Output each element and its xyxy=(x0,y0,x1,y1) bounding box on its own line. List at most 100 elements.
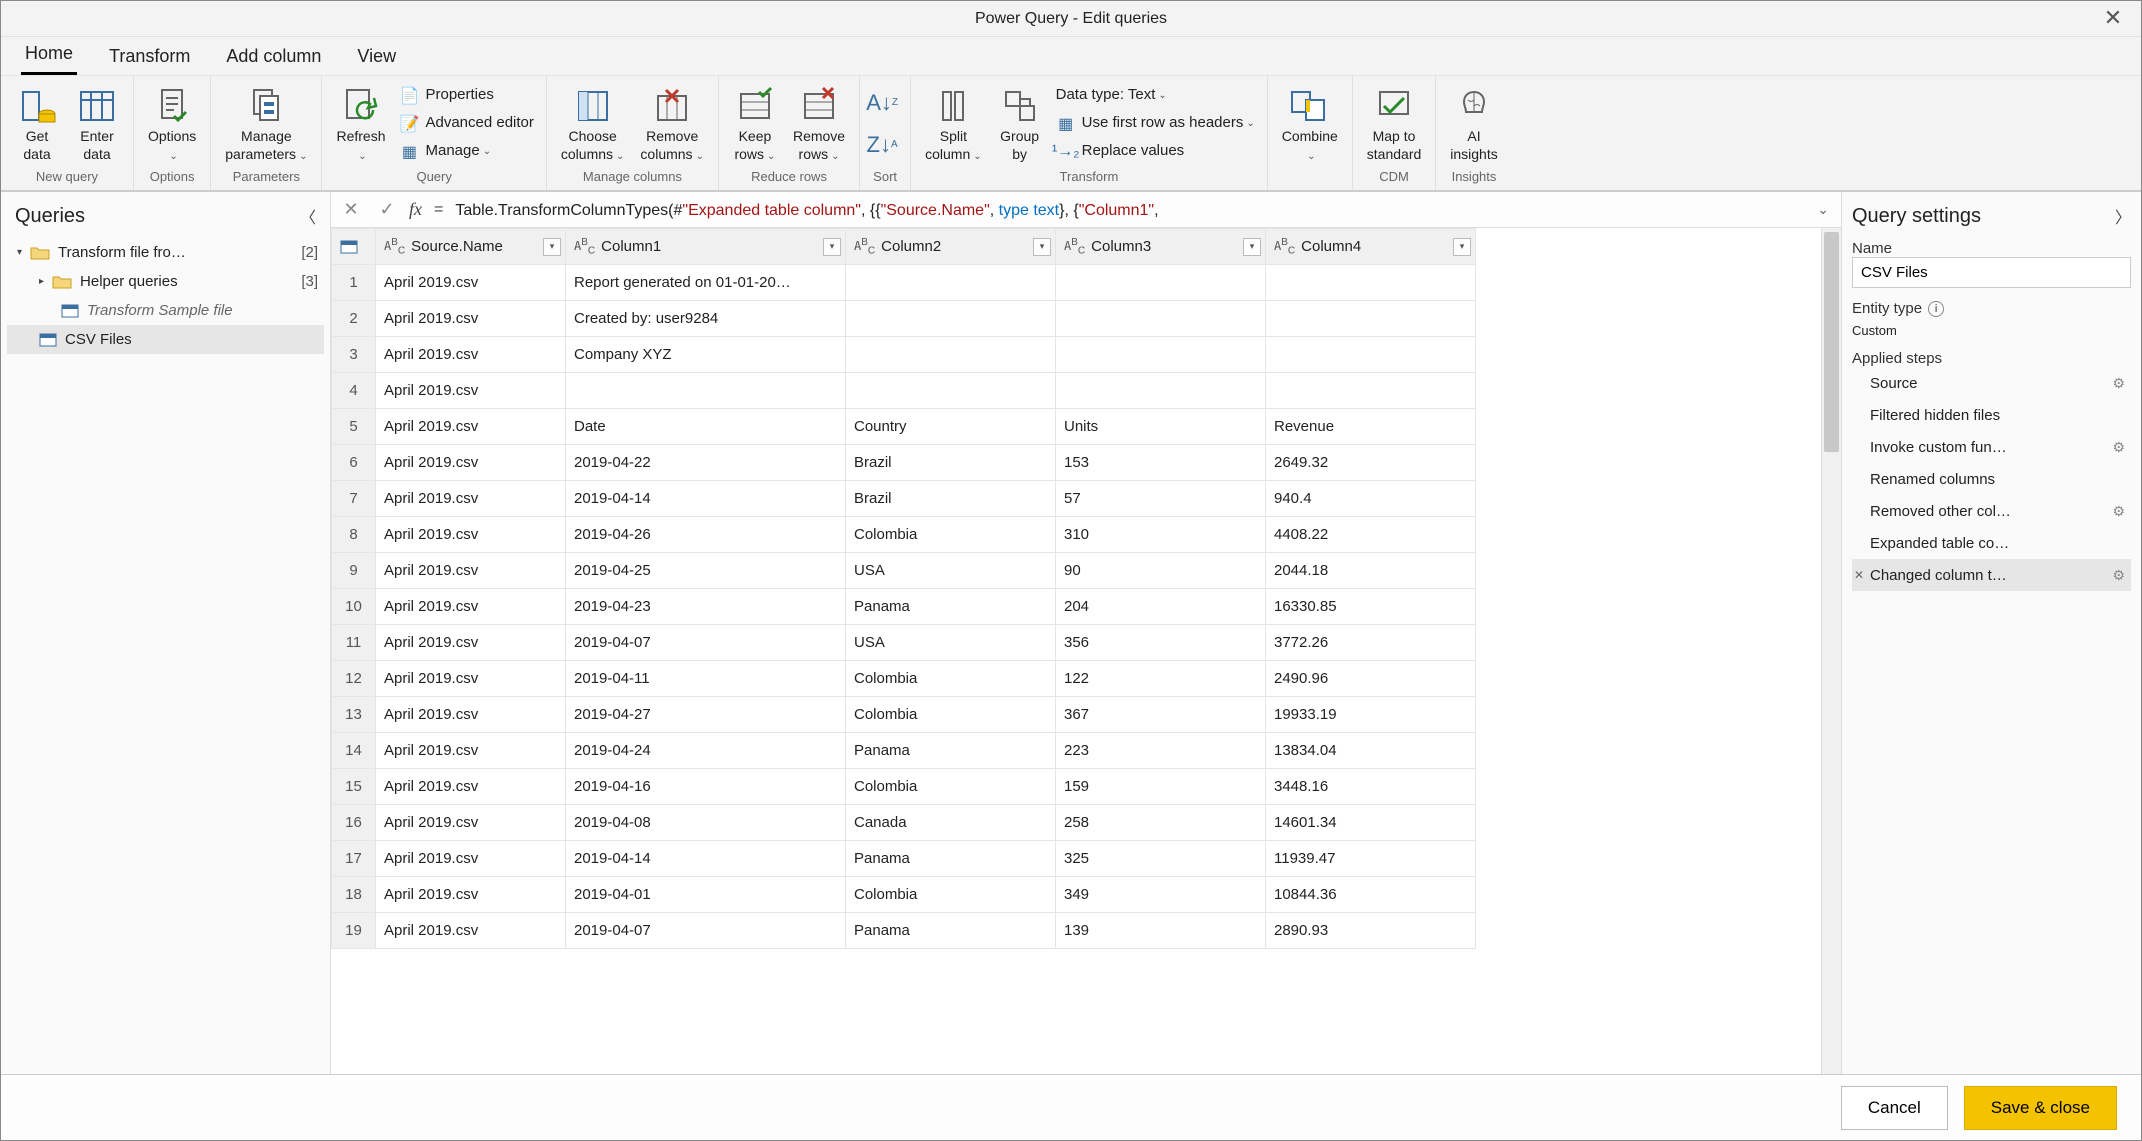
table-row[interactable]: 16April 2019.csv2019-04-08Canada25814601… xyxy=(332,805,1476,841)
cell[interactable]: April 2019.csv xyxy=(376,301,566,337)
table-row[interactable]: 4April 2019.csv xyxy=(332,373,1476,409)
table-row[interactable]: 19April 2019.csv2019-04-07Panama1392890.… xyxy=(332,913,1476,949)
cell[interactable] xyxy=(1056,337,1266,373)
get-data-button[interactable]: Get data xyxy=(7,80,67,167)
column-header[interactable]: ABCColumn1▾ xyxy=(566,229,846,265)
cell[interactable]: 2019-04-23 xyxy=(566,589,846,625)
row-number[interactable]: 11 xyxy=(332,625,376,661)
cell[interactable]: Colombia xyxy=(846,697,1056,733)
menu-tab-home[interactable]: Home xyxy=(21,37,77,75)
query-item[interactable]: Transform Sample file xyxy=(7,296,324,325)
cell[interactable]: Panama xyxy=(846,589,1056,625)
row-number[interactable]: 2 xyxy=(332,301,376,337)
filter-button[interactable]: ▾ xyxy=(543,238,561,256)
cell[interactable]: 2649.32 xyxy=(1266,445,1476,481)
row-number[interactable]: 19 xyxy=(332,913,376,949)
applied-step[interactable]: Removed other col…⚙ xyxy=(1852,495,2131,527)
cell[interactable]: April 2019.csv xyxy=(376,445,566,481)
row-number[interactable]: 15 xyxy=(332,769,376,805)
cell[interactable]: 2019-04-27 xyxy=(566,697,846,733)
applied-step[interactable]: Renamed columns xyxy=(1852,463,2131,495)
cell[interactable]: 2019-04-24 xyxy=(566,733,846,769)
cell[interactable]: 11939.47 xyxy=(1266,841,1476,877)
cell[interactable]: 258 xyxy=(1056,805,1266,841)
cell[interactable]: April 2019.csv xyxy=(376,265,566,301)
sort-desc-button[interactable]: Z↓A xyxy=(866,124,904,166)
table-row[interactable]: 17April 2019.csv2019-04-14Panama32511939… xyxy=(332,841,1476,877)
filter-button[interactable]: ▾ xyxy=(1033,238,1051,256)
cell[interactable]: 325 xyxy=(1056,841,1266,877)
data-grid[interactable]: ABCSource.Name▾ABCColumn1▾ABCColumn2▾ABC… xyxy=(331,228,1821,1074)
menu-tab-view[interactable]: View xyxy=(353,40,400,75)
ai-insights-button[interactable]: AI insights xyxy=(1442,80,1505,167)
properties-button[interactable]: 📄Properties xyxy=(393,82,539,110)
cell[interactable]: April 2019.csv xyxy=(376,841,566,877)
map-to-standard-button[interactable]: Map to standard xyxy=(1359,80,1429,167)
cell[interactable]: Colombia xyxy=(846,877,1056,913)
table-row[interactable]: 1April 2019.csvReport generated on 01-01… xyxy=(332,265,1476,301)
cell[interactable]: April 2019.csv xyxy=(376,733,566,769)
row-number[interactable]: 7 xyxy=(332,481,376,517)
table-row[interactable]: 13April 2019.csv2019-04-27Colombia367199… xyxy=(332,697,1476,733)
menu-tab-add-column[interactable]: Add column xyxy=(222,40,325,75)
cell[interactable]: 10844.36 xyxy=(1266,877,1476,913)
group-by-button[interactable]: Group by xyxy=(990,80,1050,167)
column-header[interactable]: ABCColumn4▾ xyxy=(1266,229,1476,265)
row-number[interactable]: 5 xyxy=(332,409,376,445)
cell[interactable]: 2044.18 xyxy=(1266,553,1476,589)
table-row[interactable]: 11April 2019.csv2019-04-07USA3563772.26 xyxy=(332,625,1476,661)
cell[interactable]: 2019-04-11 xyxy=(566,661,846,697)
remove-columns-button[interactable]: Remove columns⌄ xyxy=(632,80,712,167)
cell[interactable]: 2019-04-14 xyxy=(566,481,846,517)
options-button[interactable]: Options⌄ xyxy=(140,80,204,167)
cell[interactable]: 2890.93 xyxy=(1266,913,1476,949)
cell[interactable]: Colombia xyxy=(846,769,1056,805)
sort-asc-button[interactable]: A↓Z xyxy=(866,82,904,124)
cell[interactable]: 204 xyxy=(1056,589,1266,625)
cell[interactable] xyxy=(846,337,1056,373)
column-header[interactable]: ABCColumn3▾ xyxy=(1056,229,1266,265)
cell[interactable] xyxy=(1056,373,1266,409)
table-row[interactable]: 18April 2019.csv2019-04-01Colombia349108… xyxy=(332,877,1476,913)
cell[interactable]: 2019-04-08 xyxy=(566,805,846,841)
applied-step[interactable]: Invoke custom fun…⚙ xyxy=(1852,431,2131,463)
cell[interactable]: April 2019.csv xyxy=(376,805,566,841)
cell[interactable]: April 2019.csv xyxy=(376,337,566,373)
filter-button[interactable]: ▾ xyxy=(823,238,841,256)
cell[interactable]: 3772.26 xyxy=(1266,625,1476,661)
cell[interactable]: Company XYZ xyxy=(566,337,846,373)
choose-columns-button[interactable]: Choose columns⌄ xyxy=(553,80,633,167)
cell[interactable] xyxy=(1266,301,1476,337)
expand-formula-icon[interactable]: ⌄ xyxy=(1811,201,1835,218)
table-row[interactable]: 5April 2019.csvDateCountryUnitsRevenue xyxy=(332,409,1476,445)
cell[interactable]: Brazil xyxy=(846,445,1056,481)
filter-button[interactable]: ▾ xyxy=(1453,238,1471,256)
cell[interactable] xyxy=(566,373,846,409)
manage-button[interactable]: ▦Manage ⌄ xyxy=(393,138,539,166)
cell[interactable]: 139 xyxy=(1056,913,1266,949)
select-all-cell[interactable] xyxy=(332,229,376,265)
query-item[interactable]: ▸Helper queries[3] xyxy=(7,267,324,296)
keep-rows-button[interactable]: Keep rows⌄ xyxy=(725,80,785,167)
filter-button[interactable]: ▾ xyxy=(1243,238,1261,256)
menu-tab-transform[interactable]: Transform xyxy=(105,40,194,75)
cell[interactable]: 2019-04-14 xyxy=(566,841,846,877)
save-close-button[interactable]: Save & close xyxy=(1964,1086,2117,1130)
cell[interactable]: 223 xyxy=(1056,733,1266,769)
use-first-row-button[interactable]: ▦Use first row as headers ⌄ xyxy=(1050,110,1261,138)
cell[interactable]: April 2019.csv xyxy=(376,373,566,409)
cell[interactable]: 3448.16 xyxy=(1266,769,1476,805)
cell[interactable]: April 2019.csv xyxy=(376,661,566,697)
applied-step[interactable]: Changed column t…⚙ xyxy=(1852,559,2131,591)
table-row[interactable]: 3April 2019.csvCompany XYZ xyxy=(332,337,1476,373)
cell[interactable]: 57 xyxy=(1056,481,1266,517)
row-number[interactable]: 16 xyxy=(332,805,376,841)
accept-formula-icon[interactable]: ✓ xyxy=(373,197,401,223)
row-number[interactable]: 3 xyxy=(332,337,376,373)
cell[interactable]: 4408.22 xyxy=(1266,517,1476,553)
cell[interactable]: Colombia xyxy=(846,661,1056,697)
applied-step[interactable]: Source⚙ xyxy=(1852,367,2131,399)
cell[interactable]: April 2019.csv xyxy=(376,625,566,661)
cell[interactable]: April 2019.csv xyxy=(376,409,566,445)
cell[interactable]: 2019-04-16 xyxy=(566,769,846,805)
